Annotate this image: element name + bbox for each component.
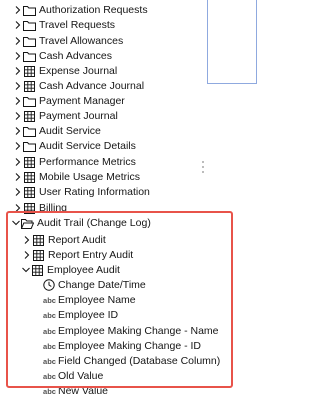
folder-open-icon <box>21 214 34 232</box>
abc-icon: abc <box>43 386 56 396</box>
overflow-menu-icon[interactable] <box>201 160 205 174</box>
tree-node-audit-trail[interactable]: Audit Trail (Change Log) <box>11 214 151 232</box>
side-panel <box>207 0 257 84</box>
chevron-down-icon[interactable] <box>21 261 31 279</box>
field-new-value[interactable]: abc New Value <box>43 382 108 400</box>
tree-node-label: Audit Trail (Change Log) <box>37 217 151 229</box>
chevron-down-icon[interactable] <box>11 214 21 232</box>
field-label: New Value <box>58 385 108 397</box>
